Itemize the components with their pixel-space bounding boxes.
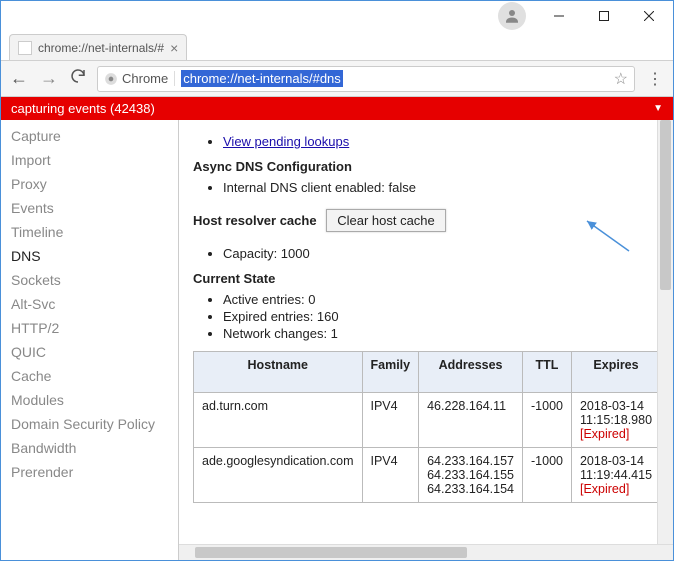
- chrome-scheme-badge: Chrome: [104, 71, 175, 86]
- sidebar-item-bandwidth[interactable]: Bandwidth: [1, 436, 178, 460]
- table-cell: -1000: [523, 393, 572, 448]
- current-state-header: Current State: [193, 271, 643, 286]
- window-maximize-button[interactable]: [581, 2, 626, 30]
- sidebar-nav: CaptureImportProxyEventsTimelineDNSSocke…: [1, 120, 179, 560]
- sidebar-item-cache[interactable]: Cache: [1, 364, 178, 388]
- bookmark-star-icon[interactable]: ☆: [614, 69, 628, 89]
- sidebar-item-capture[interactable]: Capture: [1, 124, 178, 148]
- browser-tab[interactable]: chrome://net-internals/# ×: [9, 34, 187, 60]
- table-cell: IPV4: [362, 393, 419, 448]
- sidebar-item-domain-security-policy[interactable]: Domain Security Policy: [1, 412, 178, 436]
- dns-cache-table: HostnameFamilyAddressesTTLExpiresN cl ad…: [193, 351, 657, 503]
- tab-title: chrome://net-internals/#: [38, 41, 164, 55]
- sidebar-item-timeline[interactable]: Timeline: [1, 220, 178, 244]
- async-dns-status: Internal DNS client enabled: false: [223, 180, 643, 195]
- reload-button[interactable]: [69, 67, 87, 90]
- table-cell: 2018-03-14 11:15:18.980[Expired]: [571, 393, 657, 448]
- table-header: TTL: [523, 352, 572, 393]
- content-pane: View pending lookups Async DNS Configura…: [179, 120, 657, 523]
- tab-strip: chrome://net-internals/# ×: [1, 31, 673, 61]
- forward-button: →: [39, 68, 59, 89]
- state-item: Active entries: 0: [223, 292, 643, 307]
- sidebar-item-prerender[interactable]: Prerender: [1, 460, 178, 484]
- window-minimize-button[interactable]: [536, 2, 581, 30]
- sidebar-item-quic[interactable]: QUIC: [1, 340, 178, 364]
- sidebar-item-proxy[interactable]: Proxy: [1, 172, 178, 196]
- table-row: ad.turn.comIPV446.228.164.11-10002018-03…: [194, 393, 658, 448]
- tab-close-icon[interactable]: ×: [170, 40, 178, 56]
- capturing-events-text: capturing events (42438): [11, 101, 155, 116]
- vertical-scrollbar[interactable]: [657, 120, 673, 544]
- state-item: Expired entries: 160: [223, 309, 643, 324]
- sidebar-item-events[interactable]: Events: [1, 196, 178, 220]
- table-header: Expires: [571, 352, 657, 393]
- sidebar-item-modules[interactable]: Modules: [1, 388, 178, 412]
- table-cell: 2018-03-14 11:19:44.415[Expired]: [571, 448, 657, 503]
- host-resolver-cache-label: Host resolver cache: [193, 213, 317, 228]
- clear-host-cache-button[interactable]: Clear host cache: [326, 209, 446, 232]
- state-item: Network changes: 1: [223, 326, 643, 341]
- sidebar-item-alt-svc[interactable]: Alt-Svc: [1, 292, 178, 316]
- capacity-text: Capacity: 1000: [223, 246, 643, 261]
- table-cell: 64.233.164.15764.233.164.15564.233.164.1…: [419, 448, 523, 503]
- sidebar-item-dns[interactable]: DNS: [1, 244, 178, 268]
- window-close-button[interactable]: [626, 2, 671, 30]
- user-profile-icon[interactable]: [498, 2, 526, 30]
- url-text: chrome://net-internals/#dns: [181, 70, 343, 87]
- table-header: Hostname: [194, 352, 363, 393]
- table-row: ade.googlesyndication.comIPV464.233.164.…: [194, 448, 658, 503]
- view-pending-lookups-link[interactable]: View pending lookups: [223, 134, 349, 149]
- table-cell: ade.googlesyndication.com: [194, 448, 363, 503]
- horizontal-scrollbar[interactable]: [179, 544, 673, 560]
- window-titlebar: [1, 1, 673, 31]
- table-cell: -1000: [523, 448, 572, 503]
- back-button[interactable]: ←: [9, 68, 29, 89]
- sidebar-item-import[interactable]: Import: [1, 148, 178, 172]
- table-cell: ad.turn.com: [194, 393, 363, 448]
- sidebar-item-sockets[interactable]: Sockets: [1, 268, 178, 292]
- address-bar[interactable]: Chrome chrome://net-internals/#dns ☆: [97, 66, 635, 92]
- async-dns-header: Async DNS Configuration: [193, 159, 643, 174]
- table-cell: IPV4: [362, 448, 419, 503]
- capturing-events-bar[interactable]: capturing events (42438) ▼: [1, 97, 673, 120]
- table-header: Family: [362, 352, 419, 393]
- browser-menu-button[interactable]: ⋮: [645, 69, 665, 89]
- dropdown-icon[interactable]: ▼: [653, 103, 663, 114]
- sidebar-item-http-2[interactable]: HTTP/2: [1, 316, 178, 340]
- browser-toolbar: ← → Chrome chrome://net-internals/#dns ☆…: [1, 61, 673, 97]
- tab-favicon: [18, 41, 32, 55]
- table-header: Addresses: [419, 352, 523, 393]
- table-cell: 46.228.164.11: [419, 393, 523, 448]
